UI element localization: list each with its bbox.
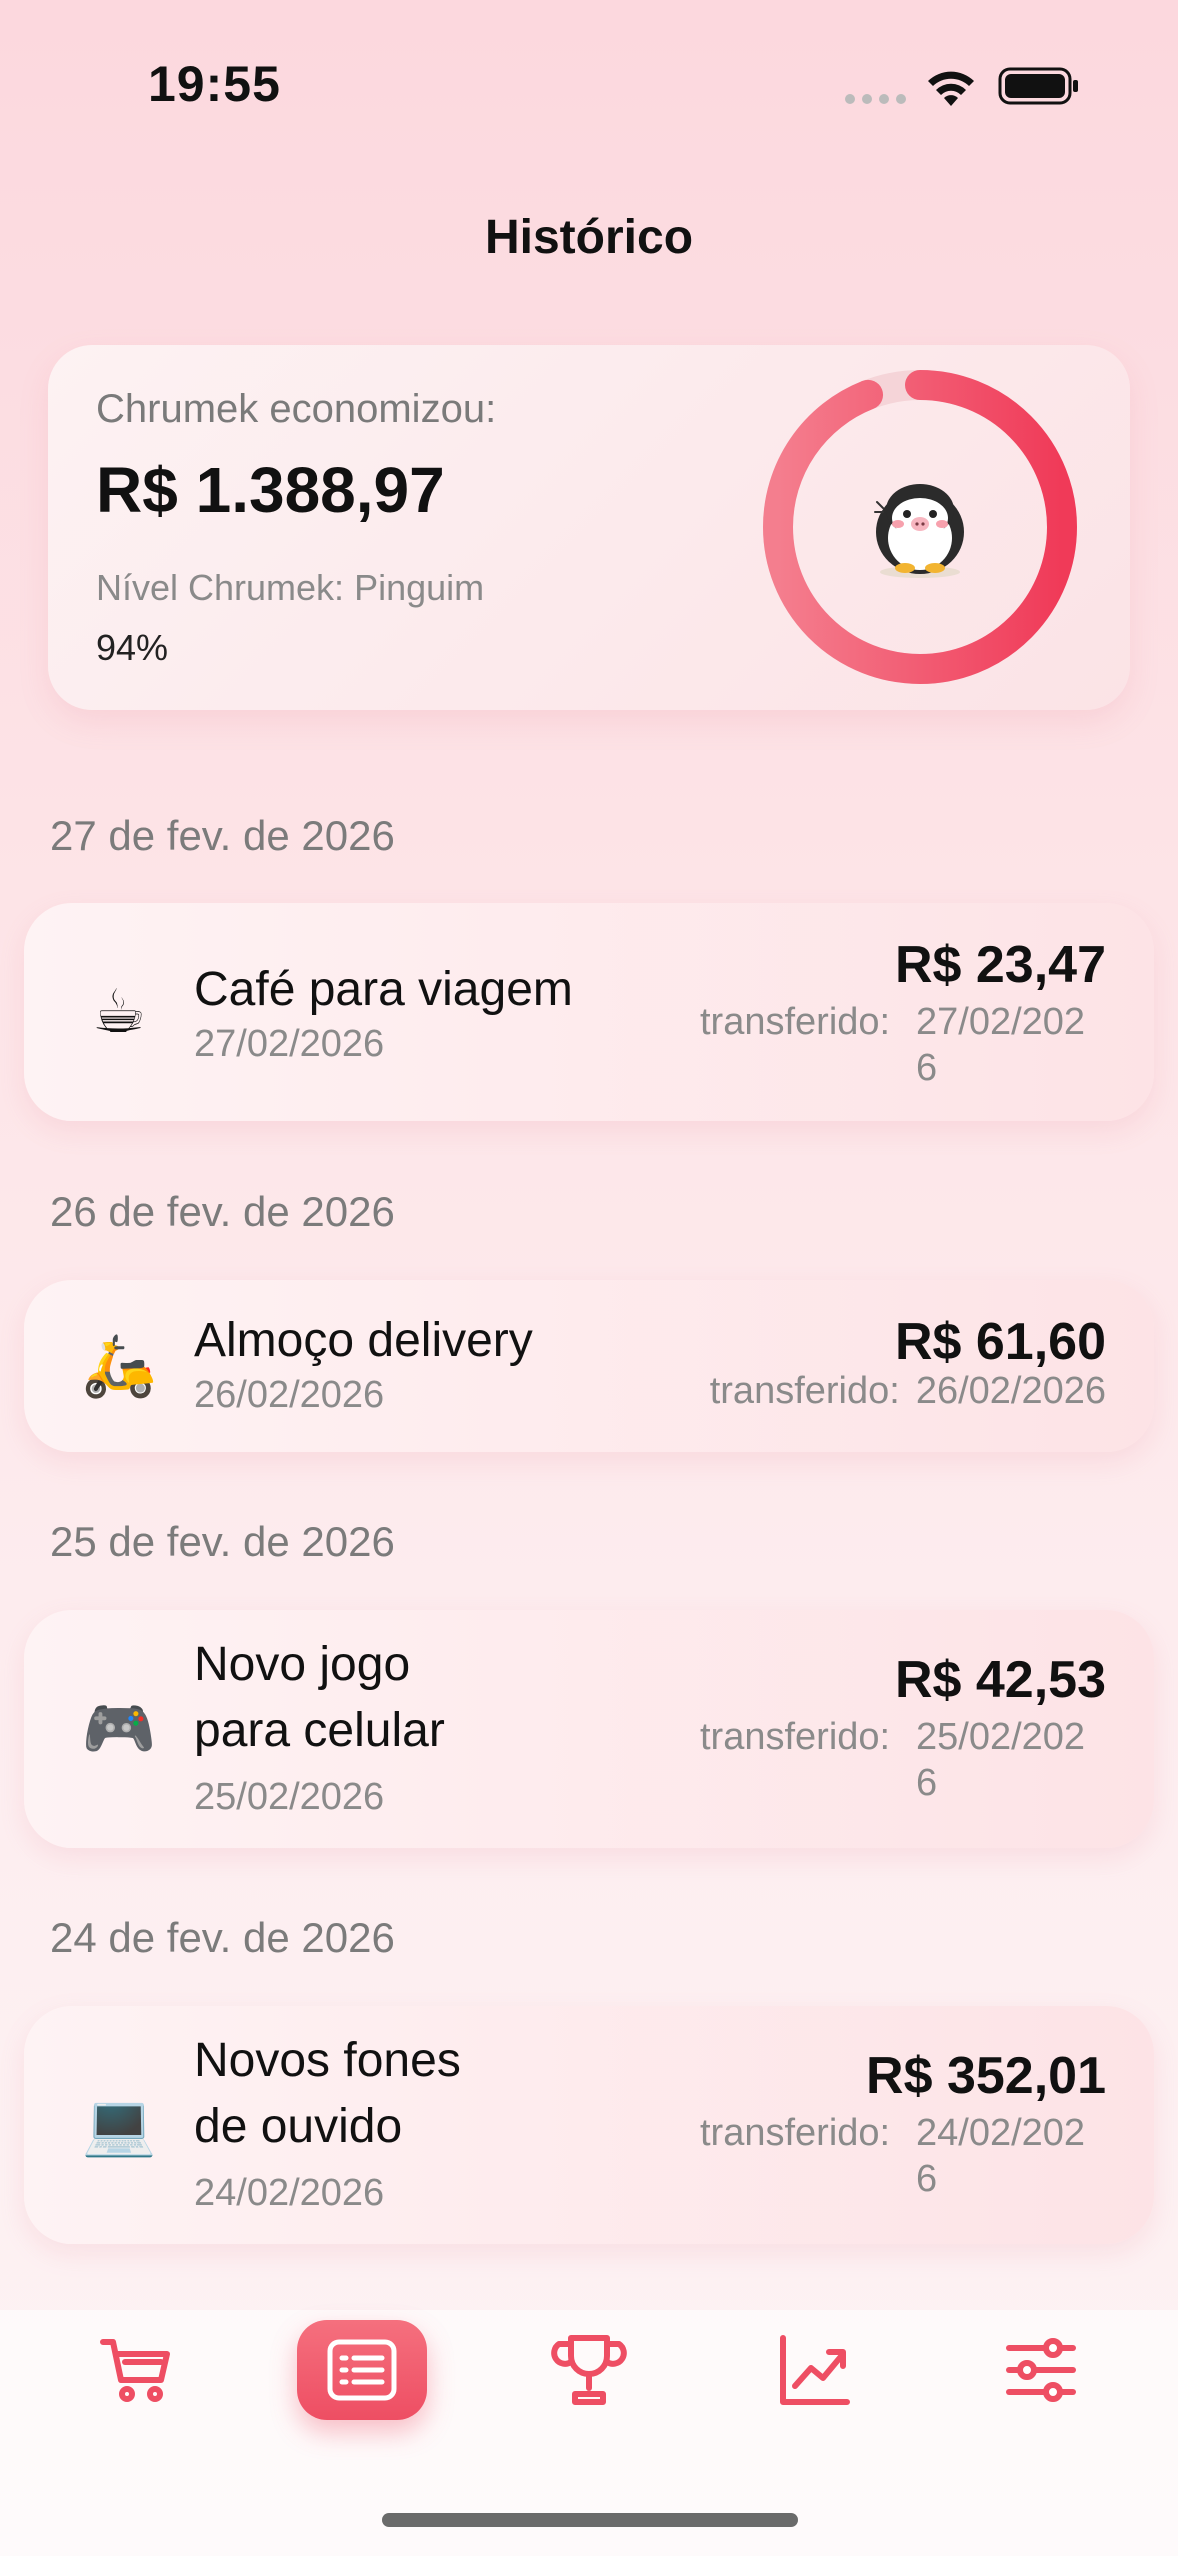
transfer-info: transferido: 26/02/2026 <box>710 1368 1106 1414</box>
history-entry-card[interactable]: ☕ Café para viagem 27/02/2026 R$ 23,47 t… <box>24 903 1154 1121</box>
history-entry-card[interactable]: 💻 Novos fones de ouvido 24/02/2026 R$ 35… <box>24 2006 1154 2244</box>
page-title: Histórico <box>484 211 694 264</box>
entry-title: Novo jogo para celular <box>194 1638 445 1757</box>
transfer-label: transferido: <box>700 2112 891 2154</box>
gamepad-icon: 🎮 <box>81 1695 157 1762</box>
entry-amount: R$ 352,01 <box>866 2047 1106 2105</box>
entry-date: 27/02/2026 <box>194 1023 385 1065</box>
status-bar: 19:55 <box>0 0 1178 170</box>
coffee-icon: ☕ <box>92 978 146 1045</box>
entry-date: 25/02/2026 <box>194 1776 385 1818</box>
laptop-icon: 💻 <box>81 2091 157 2158</box>
entry-date: 24/02/2026 <box>194 2172 385 2214</box>
entry-title: Novos fones de ouvido <box>194 2034 461 2153</box>
nav-trophy-button[interactable] <box>524 2320 654 2420</box>
history-list-icon <box>327 2339 397 2401</box>
date-header: 27 de fev. de 2026 <box>50 812 395 859</box>
cart-icon <box>100 2339 170 2402</box>
savings-summary-card: Chrumek economizou: R$ 1.388,97 Nível Ch… <box>48 345 1130 710</box>
entry-amount: R$ 23,47 <box>894 936 1106 994</box>
penguin-mascot-icon <box>874 484 964 578</box>
transfer-label: transferido: <box>700 1001 891 1043</box>
status-time: 19:55 <box>148 56 281 112</box>
transfer-label: transferido: <box>709 1370 900 1412</box>
level-label: Nível Chrumek: Pinguim <box>96 567 485 608</box>
wifi-icon <box>928 71 974 106</box>
nav-stats-button[interactable] <box>750 2320 880 2420</box>
trophy-icon <box>551 2335 627 2405</box>
entry-amount: R$ 61,60 <box>894 1313 1106 1371</box>
transfer-info: transferido: 25/02/2026 <box>700 1714 1106 1806</box>
date-header: 26 de fev. de 2026 <box>50 1188 395 1235</box>
history-entry-card[interactable]: 🎮 Novo jogo para celular 25/02/2026 R$ 4… <box>24 1610 1154 1848</box>
entry-title: Café para viagem <box>194 963 573 1016</box>
chart-trend-icon <box>780 2335 850 2405</box>
nav-cart-button[interactable] <box>72 2320 202 2420</box>
level-percent: 94% <box>96 627 169 668</box>
transfer-date: 25/02/2026 <box>916 1716 1086 1804</box>
home-indicator <box>382 2513 798 2527</box>
transfer-date: 24/02/2026 <box>916 2112 1086 2200</box>
sliders-icon <box>1006 2338 1076 2402</box>
date-header: 24 de fev. de 2026 <box>50 1914 395 1961</box>
transfer-label: transferido: <box>700 1716 891 1758</box>
nav-history-button[interactable] <box>297 2320 427 2420</box>
transfer-date: 26/02/2026 <box>915 1370 1106 1412</box>
entry-amount: R$ 42,53 <box>894 1651 1106 1709</box>
battery-icon <box>998 67 1078 105</box>
entry-title: Almoço delivery <box>194 1314 533 1367</box>
cellular-signal-icon <box>845 94 906 104</box>
transfer-info: transferido: 24/02/2026 <box>700 2110 1106 2202</box>
nav-settings-button[interactable] <box>976 2320 1106 2420</box>
scooter-icon: 🛵 <box>81 1332 157 1399</box>
history-entry-card[interactable]: 🛵 Almoço delivery 26/02/2026 R$ 61,60 tr… <box>24 1280 1154 1452</box>
transfer-date: 27/02/2026 <box>916 1001 1086 1089</box>
date-header: 25 de fev. de 2026 <box>50 1518 395 1565</box>
transfer-info: transferido: 27/02/2026 <box>700 999 1106 1091</box>
entry-date: 26/02/2026 <box>194 1374 385 1416</box>
savings-amount: R$ 1.388,97 <box>96 454 445 526</box>
savings-label: Chrumek economizou: <box>96 387 497 431</box>
